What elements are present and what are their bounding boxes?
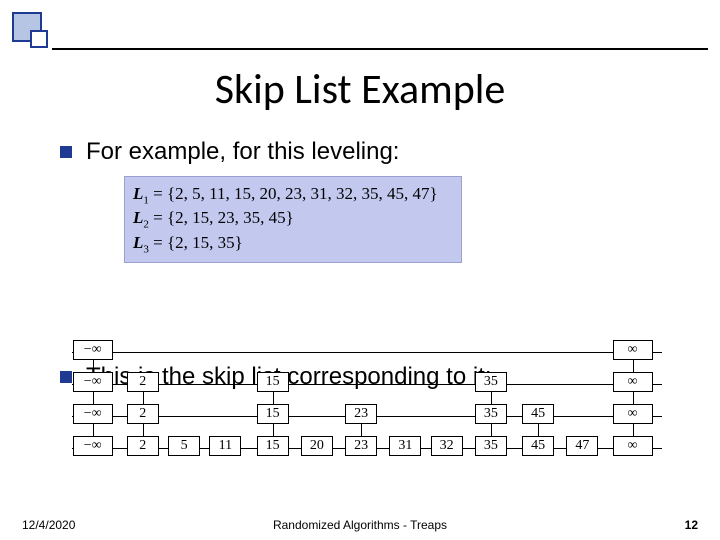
bullet-1: For example, for this leveling: bbox=[60, 138, 680, 166]
skip-node: 23 bbox=[345, 404, 377, 424]
skip-node-neginf: −∞ bbox=[73, 436, 113, 456]
skip-node: 32 bbox=[431, 436, 463, 456]
skip-node: 5 bbox=[168, 436, 200, 456]
skip-node-posinf: ∞ bbox=[613, 340, 653, 360]
level-name: L bbox=[133, 233, 143, 252]
title-rule bbox=[52, 48, 708, 50]
skip-node: 23 bbox=[345, 436, 377, 456]
level-line-3: L3 = {2, 15, 35} bbox=[133, 232, 453, 256]
skip-vlink bbox=[633, 350, 634, 446]
skip-vlink bbox=[93, 350, 94, 446]
skip-level-1: −∞ 2 5 11 15 20 23 31 32 35 45 47 ∞ bbox=[72, 434, 662, 458]
level-set: = {2, 5, 11, 15, 20, 23, 31, 32, 35, 45,… bbox=[153, 184, 438, 203]
skip-node-posinf: ∞ bbox=[613, 404, 653, 424]
skip-node-neginf: −∞ bbox=[73, 372, 113, 392]
level-set: = {2, 15, 23, 35, 45} bbox=[153, 208, 294, 227]
level-sub: 2 bbox=[143, 219, 149, 231]
page-title: Skip List Example bbox=[0, 64, 720, 115]
skip-node: 45 bbox=[522, 436, 554, 456]
skip-node-posinf: ∞ bbox=[613, 372, 653, 392]
bullet-1-text: For example, for this leveling: bbox=[86, 138, 399, 166]
skip-node: 11 bbox=[209, 436, 241, 456]
level-name: L bbox=[133, 208, 143, 227]
level-line-1: L1 = {2, 5, 11, 15, 20, 23, 31, 32, 35, … bbox=[133, 183, 453, 207]
level-sub: 1 bbox=[143, 194, 149, 206]
skip-node: 35 bbox=[475, 372, 507, 392]
slide-footer: 12/4/2020 Randomized Algorithms - Treaps… bbox=[0, 512, 720, 532]
footer-title: Randomized Algorithms - Treaps bbox=[0, 518, 720, 532]
skip-node: 15 bbox=[257, 404, 289, 424]
skip-rail bbox=[72, 352, 662, 353]
level-name: L bbox=[133, 184, 143, 203]
skip-node: 47 bbox=[566, 436, 598, 456]
skip-node: 15 bbox=[257, 436, 289, 456]
skip-node-neginf: −∞ bbox=[73, 404, 113, 424]
skip-node: 31 bbox=[389, 436, 421, 456]
level-sub: 3 bbox=[143, 243, 149, 255]
skip-node: 2 bbox=[127, 436, 159, 456]
skip-level-3: −∞ 2 15 35 ∞ bbox=[72, 370, 662, 394]
skip-node: 45 bbox=[522, 404, 554, 424]
skip-node-neginf: −∞ bbox=[73, 340, 113, 360]
square-bullet-icon bbox=[60, 371, 72, 383]
skip-node: 35 bbox=[475, 436, 507, 456]
level-sets-box: L1 = {2, 5, 11, 15, 20, 23, 31, 32, 35, … bbox=[124, 176, 462, 263]
skip-node: 2 bbox=[127, 372, 159, 392]
skip-node: 20 bbox=[301, 436, 333, 456]
level-line-2: L2 = {2, 15, 23, 35, 45} bbox=[133, 207, 453, 231]
square-bullet-icon bbox=[60, 146, 72, 158]
corner-squares-icon bbox=[8, 8, 52, 52]
footer-page: 12 bbox=[685, 518, 698, 532]
skip-node-posinf: ∞ bbox=[613, 436, 653, 456]
skip-node: 35 bbox=[475, 404, 507, 424]
skip-level-4: −∞ ∞ bbox=[72, 338, 662, 362]
level-set: = {2, 15, 35} bbox=[153, 233, 243, 252]
skip-node: 15 bbox=[257, 372, 289, 392]
skip-node: 2 bbox=[127, 404, 159, 424]
skip-rail bbox=[72, 384, 662, 385]
skip-level-2: −∞ 2 15 23 35 45 ∞ bbox=[72, 402, 662, 426]
skip-list-diagram: −∞ ∞ −∞ 2 15 35 ∞ −∞ 2 15 23 35 45 ∞ −∞ bbox=[72, 338, 662, 478]
